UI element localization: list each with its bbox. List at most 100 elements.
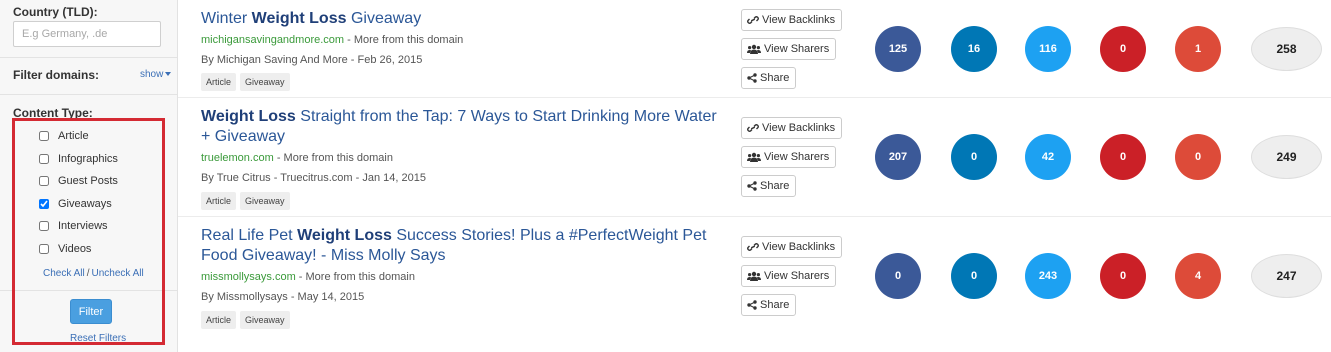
button-label: Share <box>760 180 790 192</box>
content-type-label-text: Article <box>58 130 89 143</box>
total-engagement-count: 258 <box>1251 27 1322 71</box>
show-domains-toggle[interactable]: show <box>140 69 172 80</box>
button-label: View Backlinks <box>762 14 836 26</box>
result-title-link[interactable]: Weight Loss Straight from the Tap: 7 Way… <box>201 107 726 147</box>
filter-sidebar: Country (TLD): Filter domains: show Cont… <box>0 0 178 352</box>
more-from-domain[interactable]: - More from this domain <box>296 271 415 283</box>
share-icon <box>747 181 760 191</box>
button-label: Share <box>760 299 790 311</box>
title-text: Real Life Pet <box>201 227 298 244</box>
check-all-link[interactable]: Check All <box>43 268 85 279</box>
view-sharers-button[interactable]: View Sharers <box>741 146 837 168</box>
content-type-checkbox[interactable] <box>39 176 49 187</box>
title-keyword: Weight Loss <box>297 227 392 244</box>
title-keyword: Weight Loss <box>251 10 347 27</box>
button-label: Share <box>760 72 790 84</box>
content-type-item[interactable]: Infographics <box>39 148 118 171</box>
check-links: Check All / Uncheck All <box>43 268 144 279</box>
linkedin-count: 16 <box>951 26 997 72</box>
content-tag: Article <box>201 73 237 91</box>
result-tags: Article Giveaway <box>201 192 290 210</box>
result-tags: Article Giveaway <box>201 73 290 91</box>
button-label: View Sharers <box>764 270 830 282</box>
users-icon <box>747 152 764 162</box>
view-backlinks-button[interactable]: View Backlinks <box>741 117 843 139</box>
linkedin-count: 0 <box>951 253 997 299</box>
content-tag: Giveaway <box>240 192 290 210</box>
caret-down-icon <box>165 72 172 77</box>
result-tags: Article Giveaway <box>201 311 290 329</box>
result-domain-line: missmollysays.com - More from this domai… <box>201 271 415 283</box>
total-engagement-count: 249 <box>1251 135 1322 179</box>
content-type-label-text: Videos <box>58 242 92 255</box>
country-input[interactable] <box>13 21 161 47</box>
content-type-checkbox[interactable] <box>39 131 49 142</box>
content-type-checkbox[interactable] <box>39 221 49 232</box>
sidebar-divider <box>0 57 177 58</box>
view-backlinks-button[interactable]: View Backlinks <box>741 236 843 258</box>
content-type-list: Article Infographics Guest Posts Giveaways I… <box>39 125 118 260</box>
users-icon <box>747 44 764 54</box>
content-tag: Article <box>201 311 237 329</box>
content-type-label-text: Guest Posts <box>58 175 118 188</box>
facebook-count: 0 <box>875 253 921 299</box>
content-type-item[interactable]: Giveaways <box>39 193 118 216</box>
result-divider <box>178 216 1331 217</box>
title-text: Giveaway <box>346 10 422 27</box>
result-byline: By Michigan Saving And More - Feb 26, 20… <box>201 54 423 66</box>
check-separator: / <box>86 268 90 279</box>
content-type-item[interactable]: Article <box>39 125 118 148</box>
filter-domains-label: Filter domains: <box>13 68 100 82</box>
content-type-item[interactable]: Interviews <box>39 215 118 238</box>
result-domain-line: michigansavingandmore.com - More from th… <box>201 34 463 46</box>
sidebar-divider <box>0 290 177 291</box>
result-domain-line: truelemon.com - More from this domain <box>201 152 393 164</box>
content-tag: Giveaway <box>240 311 290 329</box>
share-button[interactable]: Share <box>741 175 797 197</box>
link-icon <box>747 242 762 252</box>
more-from-domain[interactable]: - More from this domain <box>274 152 393 164</box>
content-type-checkbox[interactable] <box>39 243 49 254</box>
title-text: Winter <box>201 10 252 27</box>
result-byline: By Missmollysays - May 14, 2015 <box>201 291 365 303</box>
domain-link[interactable]: truelemon.com <box>201 152 274 164</box>
more-from-domain[interactable]: - More from this domain <box>344 34 463 46</box>
domain-link[interactable]: michigansavingandmore.com <box>201 34 344 46</box>
content-type-label-text: Interviews <box>58 220 108 233</box>
share-button[interactable]: Share <box>741 294 797 316</box>
users-icon <box>747 271 764 281</box>
view-sharers-button[interactable]: View Sharers <box>741 265 837 287</box>
content-type-label: Content Type: <box>13 106 93 120</box>
result-title-link[interactable]: Real Life Pet Weight Loss Success Storie… <box>201 226 726 266</box>
twitter-count: 116 <box>1025 26 1071 72</box>
googleplus-count: 1 <box>1175 26 1221 72</box>
uncheck-all-link[interactable]: Uncheck All <box>91 268 143 279</box>
twitter-count: 42 <box>1025 134 1071 180</box>
result-title-link[interactable]: Winter Weight Loss Giveaway <box>201 9 726 29</box>
sidebar-divider <box>0 94 177 95</box>
view-backlinks-button[interactable]: View Backlinks <box>741 9 843 31</box>
share-icon <box>747 73 760 83</box>
share-icon <box>747 300 760 310</box>
facebook-count: 207 <box>875 134 921 180</box>
content-type-label-text: Giveaways <box>58 197 112 210</box>
view-sharers-button[interactable]: View Sharers <box>741 38 837 60</box>
domain-link[interactable]: missmollysays.com <box>201 271 296 283</box>
content-type-label-text: Infographics <box>58 152 118 165</box>
content-type-checkbox[interactable] <box>39 153 49 164</box>
result-byline: By True Citrus - Truecitrus.com - Jan 14… <box>201 172 426 184</box>
facebook-count: 125 <box>875 26 921 72</box>
title-keyword: Weight Loss <box>201 108 296 125</box>
content-type-checkbox[interactable] <box>39 198 49 209</box>
reset-filters-link[interactable]: Reset Filters <box>70 333 126 344</box>
content-type-item[interactable]: Videos <box>39 238 118 261</box>
filter-button[interactable]: Filter <box>70 299 112 324</box>
result-divider <box>178 97 1331 98</box>
googleplus-count: 4 <box>1175 253 1221 299</box>
content-tag: Article <box>201 192 237 210</box>
link-icon <box>747 15 762 25</box>
button-label: View Backlinks <box>762 122 836 134</box>
link-icon <box>747 123 762 133</box>
share-button[interactable]: Share <box>741 67 797 89</box>
content-type-item[interactable]: Guest Posts <box>39 170 118 193</box>
